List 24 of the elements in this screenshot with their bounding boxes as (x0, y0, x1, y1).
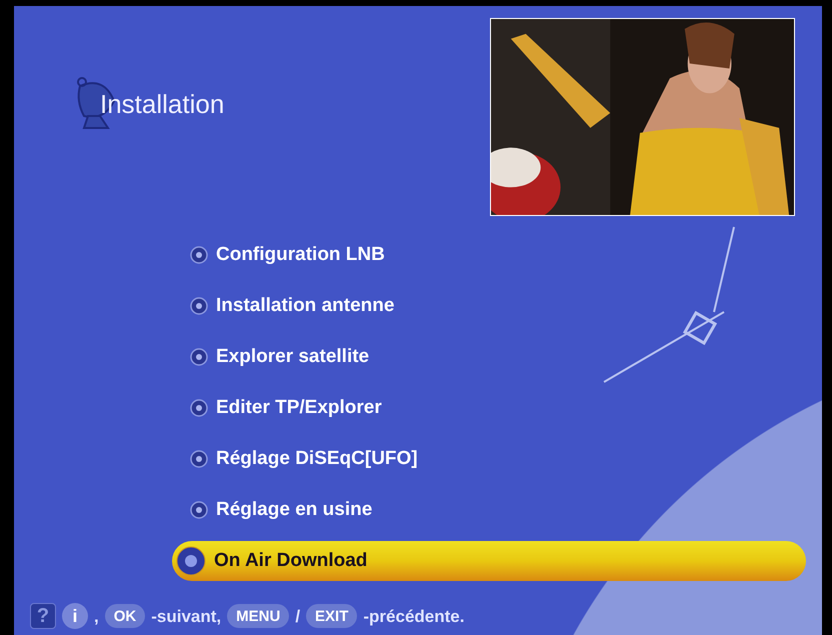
hint-text: -précédente. (363, 608, 464, 624)
radio-icon (190, 246, 208, 264)
help-key: ? (30, 603, 56, 629)
page-title: Installation (100, 91, 224, 117)
menu-item[interactable]: On Air Download (172, 541, 806, 581)
radio-icon (190, 297, 208, 315)
menu-item[interactable]: Installation antenne (172, 286, 398, 326)
menu-item[interactable]: Editer TP/Explorer (172, 388, 386, 428)
menu-item[interactable]: Configuration LNB (172, 235, 389, 275)
menu-item[interactable]: Réglage DiSEqC[UFO] (172, 439, 422, 479)
radio-icon (190, 348, 208, 366)
hint-text: -suivant, (151, 608, 222, 624)
radio-icon (190, 450, 208, 468)
radio-icon (190, 501, 208, 519)
remote-key: MENU (227, 604, 290, 628)
radio-icon (190, 399, 208, 417)
remote-key: EXIT (306, 604, 358, 628)
radio-icon (176, 546, 206, 576)
info-key: i (62, 603, 88, 629)
remote-key: OK (104, 604, 146, 628)
menu-item[interactable]: Explorer satellite (172, 337, 374, 377)
menu-item[interactable]: Réglage en usine (172, 490, 376, 530)
hint-text: , (94, 608, 99, 624)
hint-text: / (295, 608, 300, 624)
